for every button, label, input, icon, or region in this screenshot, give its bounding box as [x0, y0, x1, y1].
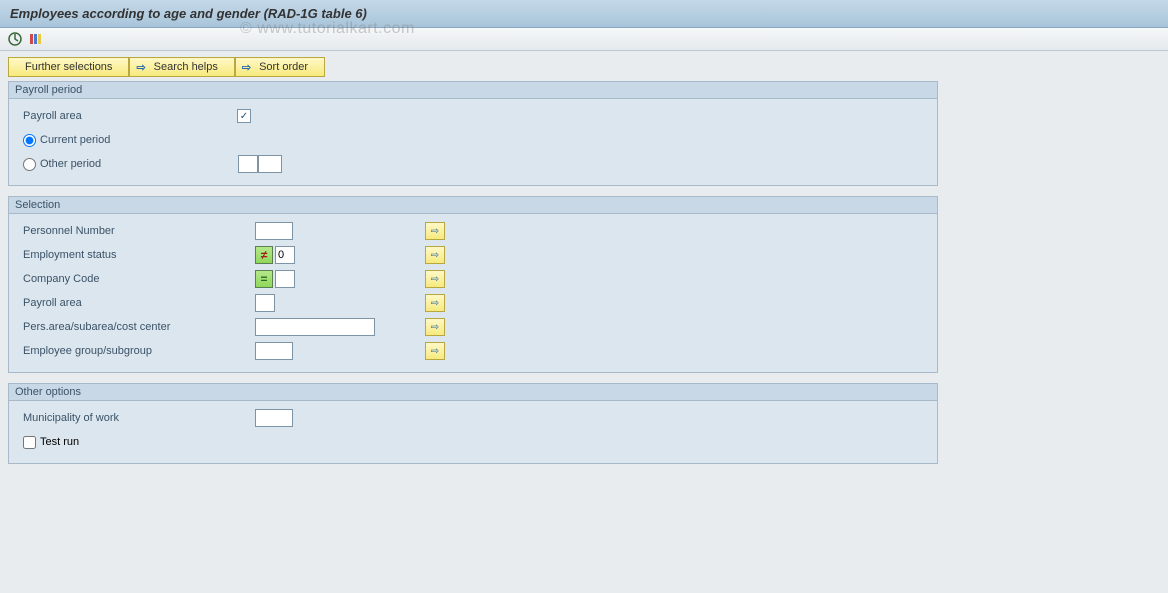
group-legend: Selection: [9, 197, 937, 214]
not-equal-indicator[interactable]: ≠: [255, 246, 273, 264]
other-options-group: Other options Municipality of work Test …: [8, 383, 938, 464]
selection-group: Selection Personnel Number ⇨ Employment …: [8, 196, 938, 373]
company-code-input[interactable]: [275, 270, 295, 288]
multi-select-button[interactable]: ⇨: [425, 294, 445, 312]
variant-icon[interactable]: [28, 32, 42, 46]
group-legend: Other options: [9, 384, 937, 401]
arrow-right-icon: ⇨: [136, 61, 145, 74]
other-period-radio[interactable]: [23, 158, 36, 171]
personnel-number-label: Personnel Number: [17, 225, 237, 237]
arrow-right-icon: ⇨: [431, 226, 439, 237]
multi-select-button[interactable]: ⇨: [425, 318, 445, 336]
group-legend: Payroll period: [9, 82, 937, 99]
payroll-period-group: Payroll period Payroll area ✓ Current pe…: [8, 81, 938, 186]
employee-group-input[interactable]: [255, 342, 293, 360]
pers-area-input[interactable]: [255, 318, 375, 336]
multi-select-button[interactable]: ⇨: [425, 222, 445, 240]
employment-status-input[interactable]: [275, 246, 295, 264]
multi-select-button[interactable]: ⇨: [425, 246, 445, 264]
payroll-area-label: Payroll area: [17, 110, 237, 122]
test-run-checkbox[interactable]: [23, 436, 36, 449]
arrow-right-icon: ⇨: [431, 322, 439, 333]
arrow-right-icon: ⇨: [242, 61, 251, 74]
payroll-area-input[interactable]: [255, 294, 275, 312]
further-selections-button[interactable]: Further selections: [8, 57, 129, 77]
payroll-area-checkbox[interactable]: ✓: [237, 109, 251, 123]
pers-area-label: Pers.area/subarea/cost center: [17, 321, 237, 333]
municipality-label: Municipality of work: [17, 412, 237, 424]
button-label: Search helps: [154, 61, 218, 73]
search-helps-button[interactable]: ⇨ Search helps: [129, 57, 234, 77]
personnel-number-input[interactable]: [255, 222, 293, 240]
arrow-right-icon: ⇨: [431, 250, 439, 261]
payroll-area-label: Payroll area: [17, 297, 237, 309]
other-period-input-2[interactable]: [258, 155, 282, 173]
test-run-label: Test run: [40, 436, 79, 448]
equal-indicator[interactable]: =: [255, 270, 273, 288]
current-period-label: Current period: [40, 134, 110, 146]
sort-order-button[interactable]: ⇨ Sort order: [235, 57, 325, 77]
company-code-label: Company Code: [17, 273, 237, 285]
arrow-right-icon: ⇨: [431, 274, 439, 285]
page-title: Employees according to age and gender (R…: [0, 0, 1168, 28]
employee-group-label: Employee group/subgroup: [17, 345, 237, 357]
other-period-label: Other period: [40, 158, 238, 170]
multi-select-button[interactable]: ⇨: [425, 342, 445, 360]
current-period-radio[interactable]: [23, 134, 36, 147]
button-label: Sort order: [259, 61, 308, 73]
municipality-input[interactable]: [255, 409, 293, 427]
arrow-right-icon: ⇨: [431, 298, 439, 309]
app-toolbar: © www.tutorialkart.com: [0, 28, 1168, 51]
execute-icon[interactable]: [8, 32, 22, 46]
arrow-right-icon: ⇨: [431, 346, 439, 357]
button-label: Further selections: [25, 61, 112, 73]
multi-select-button[interactable]: ⇨: [425, 270, 445, 288]
employment-status-label: Employment status: [17, 249, 237, 261]
other-period-input-1[interactable]: [238, 155, 258, 173]
